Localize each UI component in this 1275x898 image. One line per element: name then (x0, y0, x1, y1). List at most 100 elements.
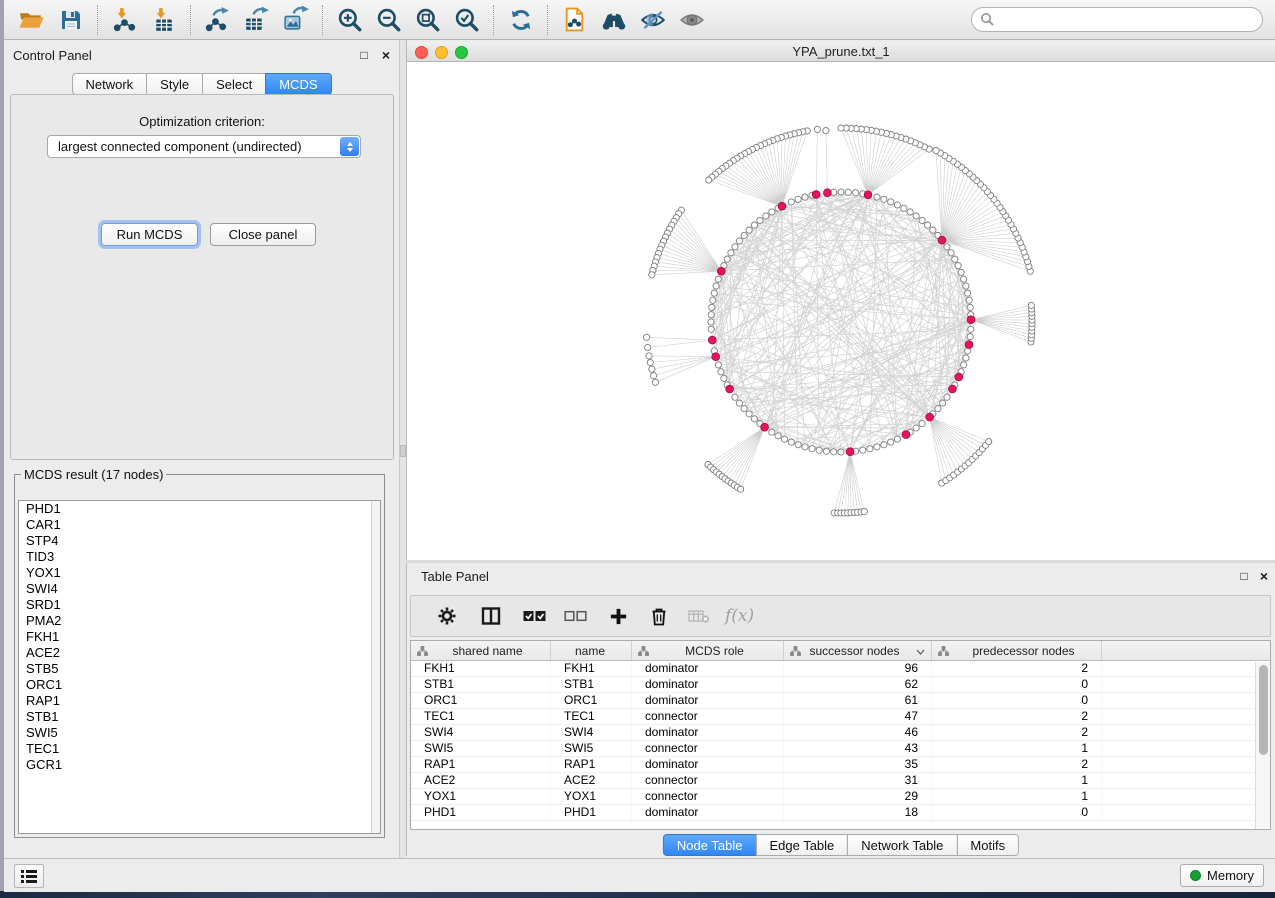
desktop-edge-bottom (0, 891, 1275, 898)
delete-column-button[interactable] (639, 601, 679, 631)
table-row[interactable]: YOX1YOX1connector291 (411, 789, 1270, 805)
select-all-columns-button[interactable] (515, 601, 555, 631)
mcds-result-item[interactable]: ACE2 (19, 645, 380, 661)
settings-gear-button[interactable] (427, 601, 467, 631)
table-tab-motifs[interactable]: Motifs (956, 834, 1019, 856)
show-panels-button[interactable] (14, 864, 44, 888)
import-table-button[interactable] (144, 3, 183, 37)
open-file-button[interactable] (12, 3, 51, 37)
mcds-list-scrollbar[interactable] (371, 501, 380, 833)
mcds-result-item[interactable]: TEC1 (19, 741, 380, 757)
toolbar-separator (547, 5, 548, 35)
search-input[interactable] (971, 7, 1263, 32)
delete-column-icon (648, 605, 670, 627)
column-header-label: MCDS role (654, 644, 783, 658)
close-panel-icon[interactable]: × (378, 47, 394, 63)
mcds-result-item[interactable]: YOX1 (19, 565, 380, 581)
table-cell: FKH1 (411, 661, 551, 676)
zoom-fit-button[interactable] (408, 3, 447, 37)
refresh-button[interactable] (501, 3, 540, 37)
table-cell: 62 (784, 677, 932, 692)
zoom-in-button[interactable] (330, 3, 369, 37)
mcds-result-item[interactable]: SRD1 (19, 597, 380, 613)
tab-mcds[interactable]: MCDS (265, 73, 331, 95)
mcds-result-item[interactable]: CAR1 (19, 517, 380, 533)
mcds-result-item[interactable]: RAP1 (19, 693, 380, 709)
minimize-window-icon[interactable] (435, 46, 448, 59)
table-tab-node-table[interactable]: Node Table (663, 834, 757, 856)
zoom-out-button[interactable] (369, 3, 408, 37)
table-row[interactable]: ACE2ACE2connector311 (411, 773, 1270, 789)
table-cell: dominator (632, 725, 784, 740)
tab-select[interactable]: Select (202, 73, 266, 95)
optimization-criterion-select[interactable]: largest connected component (undirected) (47, 135, 361, 158)
table-tab-network-table[interactable]: Network Table (847, 834, 957, 856)
close-window-icon[interactable] (415, 46, 428, 59)
table-scrollbar[interactable] (1255, 662, 1270, 829)
export-network-button[interactable] (198, 3, 237, 37)
mcds-result-item[interactable]: SWI5 (19, 725, 380, 741)
table-row[interactable]: TEC1TEC1connector472 (411, 709, 1270, 725)
table-tab-edge-table[interactable]: Edge Table (755, 834, 848, 856)
table-cell: 43 (784, 741, 932, 756)
zoom-out-icon (375, 6, 403, 34)
search-box (971, 7, 1263, 32)
table-panel-tabs: Node TableEdge TableNetwork TableMotifs (663, 834, 1019, 856)
show-graphics-details-button[interactable] (672, 3, 711, 37)
export-image-button[interactable] (276, 3, 315, 37)
mcds-result-item[interactable]: TID3 (19, 549, 380, 565)
table-cell: 31 (784, 773, 932, 788)
close-table-panel-icon[interactable]: × (1256, 568, 1272, 584)
mcds-result-title: MCDS result (17 nodes) (21, 467, 166, 482)
mcds-result-item[interactable]: STB1 (19, 709, 380, 725)
function-builder-button[interactable]: f(x) (719, 601, 754, 631)
table-row[interactable]: FKH1FKH1dominator962 (411, 661, 1270, 677)
maximize-window-icon[interactable] (455, 46, 468, 59)
run-mcds-button[interactable]: Run MCDS (101, 223, 198, 246)
tab-network[interactable]: Network (71, 73, 147, 95)
save-session-button[interactable] (51, 3, 90, 37)
table-cell: 0 (932, 693, 1102, 708)
table-row[interactable]: PHD1PHD1dominator180 (411, 805, 1270, 821)
column-header-shared-name[interactable]: shared name (411, 641, 551, 660)
column-header-successor-nodes[interactable]: successor nodes (784, 641, 932, 660)
binoculars-button[interactable] (594, 3, 633, 37)
mcds-result-item[interactable]: ORC1 (19, 677, 380, 693)
float-panel-icon[interactable]: □ (356, 47, 372, 63)
main-toolbar (4, 0, 1275, 40)
delete-table-button[interactable] (679, 601, 719, 631)
float-table-panel-icon[interactable]: □ (1236, 568, 1252, 584)
zoom-selected-button[interactable] (447, 3, 486, 37)
table-row[interactable]: SWI4SWI4dominator462 (411, 725, 1270, 741)
mcds-result-item[interactable]: FKH1 (19, 629, 380, 645)
hide-graphics-details-button[interactable] (633, 3, 672, 37)
close-panel-button[interactable]: Close panel (210, 223, 316, 246)
export-table-button[interactable] (237, 3, 276, 37)
function-builder-icon: f(x) (719, 606, 754, 626)
mcds-result-item[interactable]: PHD1 (19, 501, 380, 517)
show-columns-button[interactable] (467, 601, 515, 631)
tab-style[interactable]: Style (146, 73, 203, 95)
network-canvas[interactable] (407, 62, 1275, 560)
network-document-button[interactable] (555, 3, 594, 37)
unselect-all-columns-button[interactable] (555, 601, 597, 631)
table-cell: SWI5 (411, 741, 551, 756)
table-scrollbar-thumb[interactable] (1259, 665, 1268, 755)
mcds-result-item[interactable]: STB5 (19, 661, 380, 677)
mcds-result-item[interactable]: PMA2 (19, 613, 380, 629)
mcds-result-item[interactable]: SWI4 (19, 581, 380, 597)
table-row[interactable]: SWI5SWI5connector431 (411, 741, 1270, 757)
column-header-predecessor-nodes[interactable]: predecessor nodes (932, 641, 1102, 660)
table-row[interactable]: STB1STB1dominator620 (411, 677, 1270, 693)
column-header-mcds-role[interactable]: MCDS role (632, 641, 784, 660)
import-network-button[interactable] (105, 3, 144, 37)
table-row[interactable]: ORC1ORC1dominator610 (411, 693, 1270, 709)
table-cell: dominator (632, 805, 784, 820)
memory-button[interactable]: Memory (1180, 864, 1264, 887)
add-column-button[interactable] (597, 601, 639, 631)
table-row[interactable]: RAP1RAP1dominator352 (411, 757, 1270, 773)
column-header-name[interactable]: name (551, 641, 632, 660)
mcds-result-item[interactable]: STP4 (19, 533, 380, 549)
toolbar-separator (190, 5, 191, 35)
mcds-result-item[interactable]: GCR1 (19, 757, 380, 773)
